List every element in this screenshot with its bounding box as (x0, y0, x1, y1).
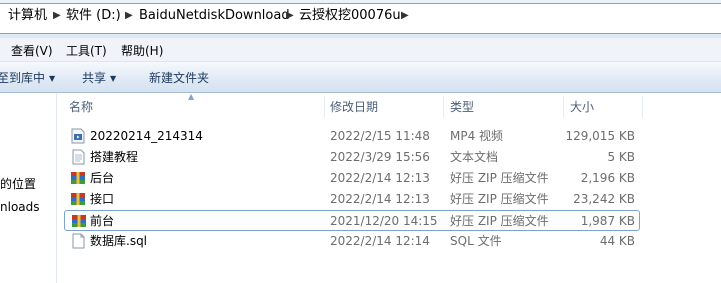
sort-ascending-icon: ▲ (188, 92, 195, 101)
file-name: 搭建教程 (90, 150, 139, 164)
file-name: 前台 (90, 214, 115, 228)
file-size: 44 KB (599, 234, 635, 248)
command-toolbar: 至到库中 ▼ 共享 ▼ 新建文件夹 (0, 62, 721, 93)
include-in-library-button[interactable]: 至到库中 ▼ (0, 69, 55, 87)
chevron-down-icon: ▼ (110, 74, 117, 83)
include-in-library-label: 至到库中 (0, 71, 46, 85)
file-size: 5 KB (607, 150, 635, 164)
breadcrumb-current-folder[interactable]: 云授权挖00076u (299, 6, 401, 26)
file-type: 好压 ZIP 压缩文件 (450, 214, 549, 228)
file-row-selected[interactable]: 前台 2021/12/20 14:15 好压 ZIP 压缩文件 1,987 KB (64, 210, 640, 231)
zip-archive-icon (71, 172, 85, 184)
file-modified: 2022/2/14 12:13 (330, 171, 430, 185)
breadcrumb-separator-icon[interactable]: ▶ (401, 6, 409, 26)
file-row[interactable]: 数据库.sql 2022/2/14 12:14 SQL 文件 44 KB (64, 231, 640, 252)
share-label: 共享 (82, 71, 107, 85)
file-name: 接口 (90, 192, 115, 206)
column-divider[interactable] (642, 96, 643, 118)
file-modified: 2022/2/14 12:14 (330, 234, 430, 248)
column-header-size[interactable]: 大小 (570, 97, 594, 117)
column-divider[interactable] (324, 96, 325, 118)
menu-tools[interactable]: 工具(T) (66, 42, 107, 60)
column-header-modified[interactable]: 修改日期 (330, 97, 378, 117)
navigation-pane: 的位置 nloads (0, 93, 57, 283)
breadcrumb-baidu-folder[interactable]: BaiduNetdiskDownload (139, 6, 290, 26)
zip-archive-icon (72, 215, 86, 227)
breadcrumb-separator-icon[interactable]: ▶ (125, 6, 133, 26)
file-size: 129,015 KB (565, 129, 635, 143)
file-type: 文本文档 (450, 150, 499, 164)
file-modified: 2022/3/29 15:56 (330, 150, 430, 164)
nav-item-locations[interactable]: 的位置 (0, 175, 36, 193)
chevron-down-icon: ▼ (49, 74, 56, 83)
file-size: 2,196 KB (580, 171, 635, 185)
video-file-icon (71, 128, 85, 144)
file-type: 好压 ZIP 压缩文件 (450, 192, 549, 206)
file-modified: 2022/2/14 12:13 (330, 192, 430, 206)
breadcrumb-drive-d[interactable]: 软件 (D:) (66, 6, 121, 26)
file-type: 好压 ZIP 压缩文件 (450, 171, 549, 185)
column-divider[interactable] (443, 96, 444, 118)
address-bar-area: 计算机 ▶ 软件 (D:) ▶ BaiduNetdiskDownload ▶ 云… (0, 0, 721, 38)
file-type: MP4 视频 (450, 129, 504, 143)
file-modified: 2021/12/20 14:15 (330, 214, 438, 228)
file-name: 后台 (90, 171, 115, 185)
column-header-name[interactable]: 名称 (69, 97, 93, 117)
sql-file-icon (72, 233, 85, 249)
file-row[interactable]: 接口 2022/2/14 12:13 好压 ZIP 压缩文件 23,242 KB (64, 189, 640, 210)
file-name: 数据库.sql (90, 234, 148, 248)
menu-help[interactable]: 帮助(H) (121, 42, 163, 60)
new-folder-button[interactable]: 新建文件夹 (149, 69, 209, 87)
zip-archive-icon (71, 193, 85, 205)
nav-item-downloads[interactable]: nloads (0, 198, 40, 216)
file-row[interactable]: 搭建教程 2022/3/29 15:56 文本文档 5 KB (64, 147, 640, 168)
text-file-icon (72, 149, 85, 165)
file-type: SQL 文件 (450, 234, 502, 248)
file-size: 1,987 KB (580, 214, 635, 228)
menu-bar: 查看(V) 工具(T) 帮助(H) (0, 38, 721, 62)
file-row[interactable]: 后台 2022/2/14 12:13 好压 ZIP 压缩文件 2,196 KB (64, 168, 640, 189)
menu-view[interactable]: 查看(V) (11, 42, 53, 60)
file-size: 23,242 KB (573, 192, 635, 206)
file-modified: 2022/2/15 11:48 (330, 129, 430, 143)
column-header-type[interactable]: 类型 (450, 97, 474, 117)
column-divider[interactable] (563, 96, 564, 118)
breadcrumb-separator-icon[interactable]: ▶ (286, 6, 294, 26)
breadcrumb-computer[interactable]: 计算机 (8, 6, 47, 26)
breadcrumb-separator-icon[interactable]: ▶ (53, 6, 61, 26)
share-button[interactable]: 共享 ▼ (82, 69, 116, 87)
file-row[interactable]: 20220214_214314 2022/2/15 11:48 MP4 视频 1… (64, 126, 640, 147)
file-name: 20220214_214314 (90, 129, 203, 143)
